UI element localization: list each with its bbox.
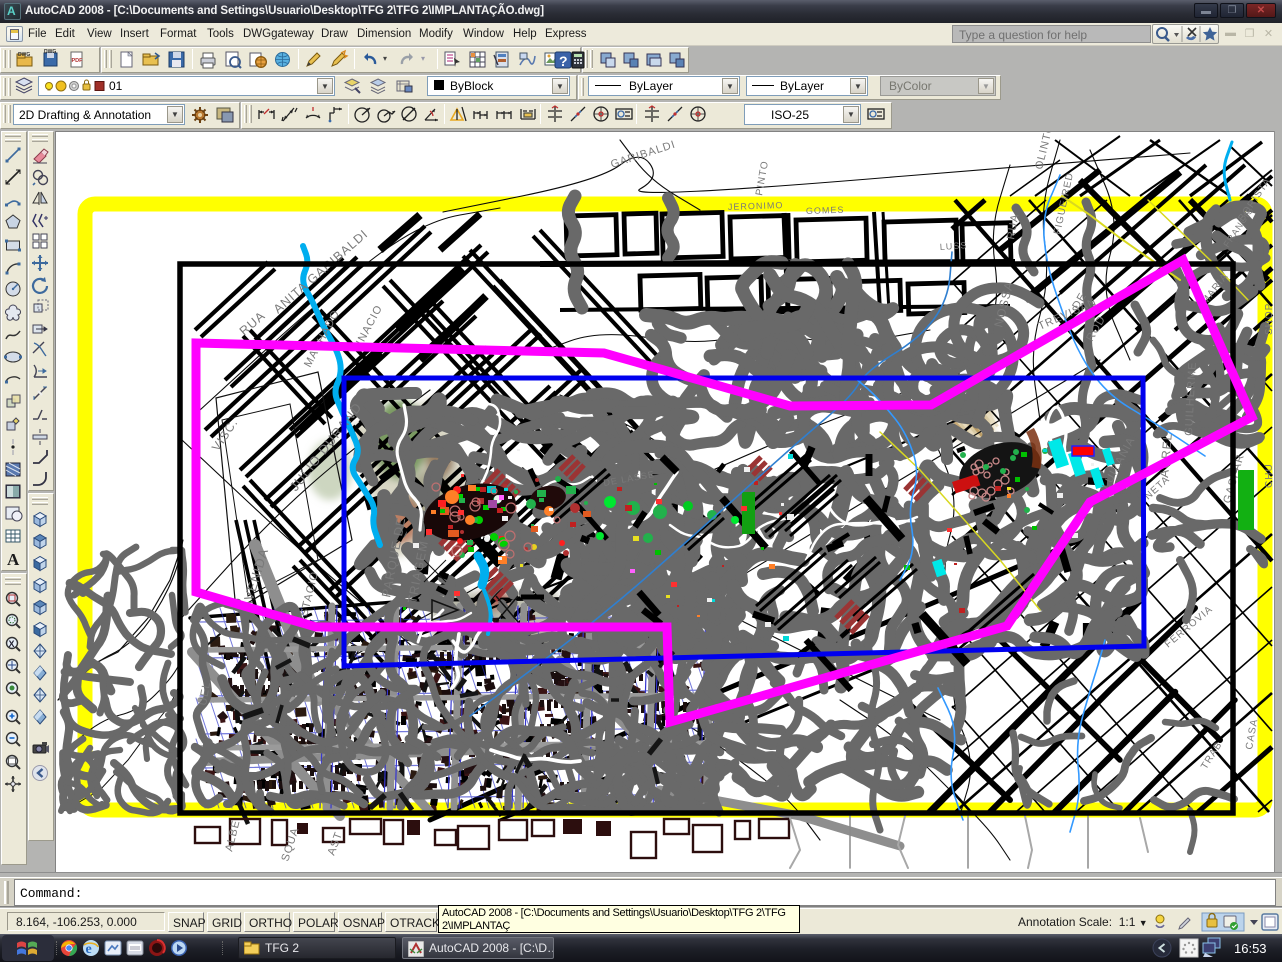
svg-text:PDF: PDF bbox=[72, 58, 84, 64]
svg-text:JERONIMO: JERONIMO bbox=[728, 200, 784, 212]
svg-text:DWG: DWG bbox=[44, 49, 56, 55]
svg-text:CHU: CHU bbox=[1264, 463, 1274, 488]
svg-text:GOMES: GOMES bbox=[806, 205, 845, 216]
svg-text:A: A bbox=[7, 550, 20, 568]
svg-text:?: ? bbox=[559, 53, 568, 69]
svg-text:SHOP: SHOP bbox=[1264, 303, 1274, 335]
svg-text:X: X bbox=[9, 639, 15, 649]
svg-text:DWG: DWG bbox=[18, 52, 30, 58]
svg-text:LUSS: LUSS bbox=[939, 240, 967, 252]
svg-text:16:53: 16:53 bbox=[1234, 941, 1267, 956]
